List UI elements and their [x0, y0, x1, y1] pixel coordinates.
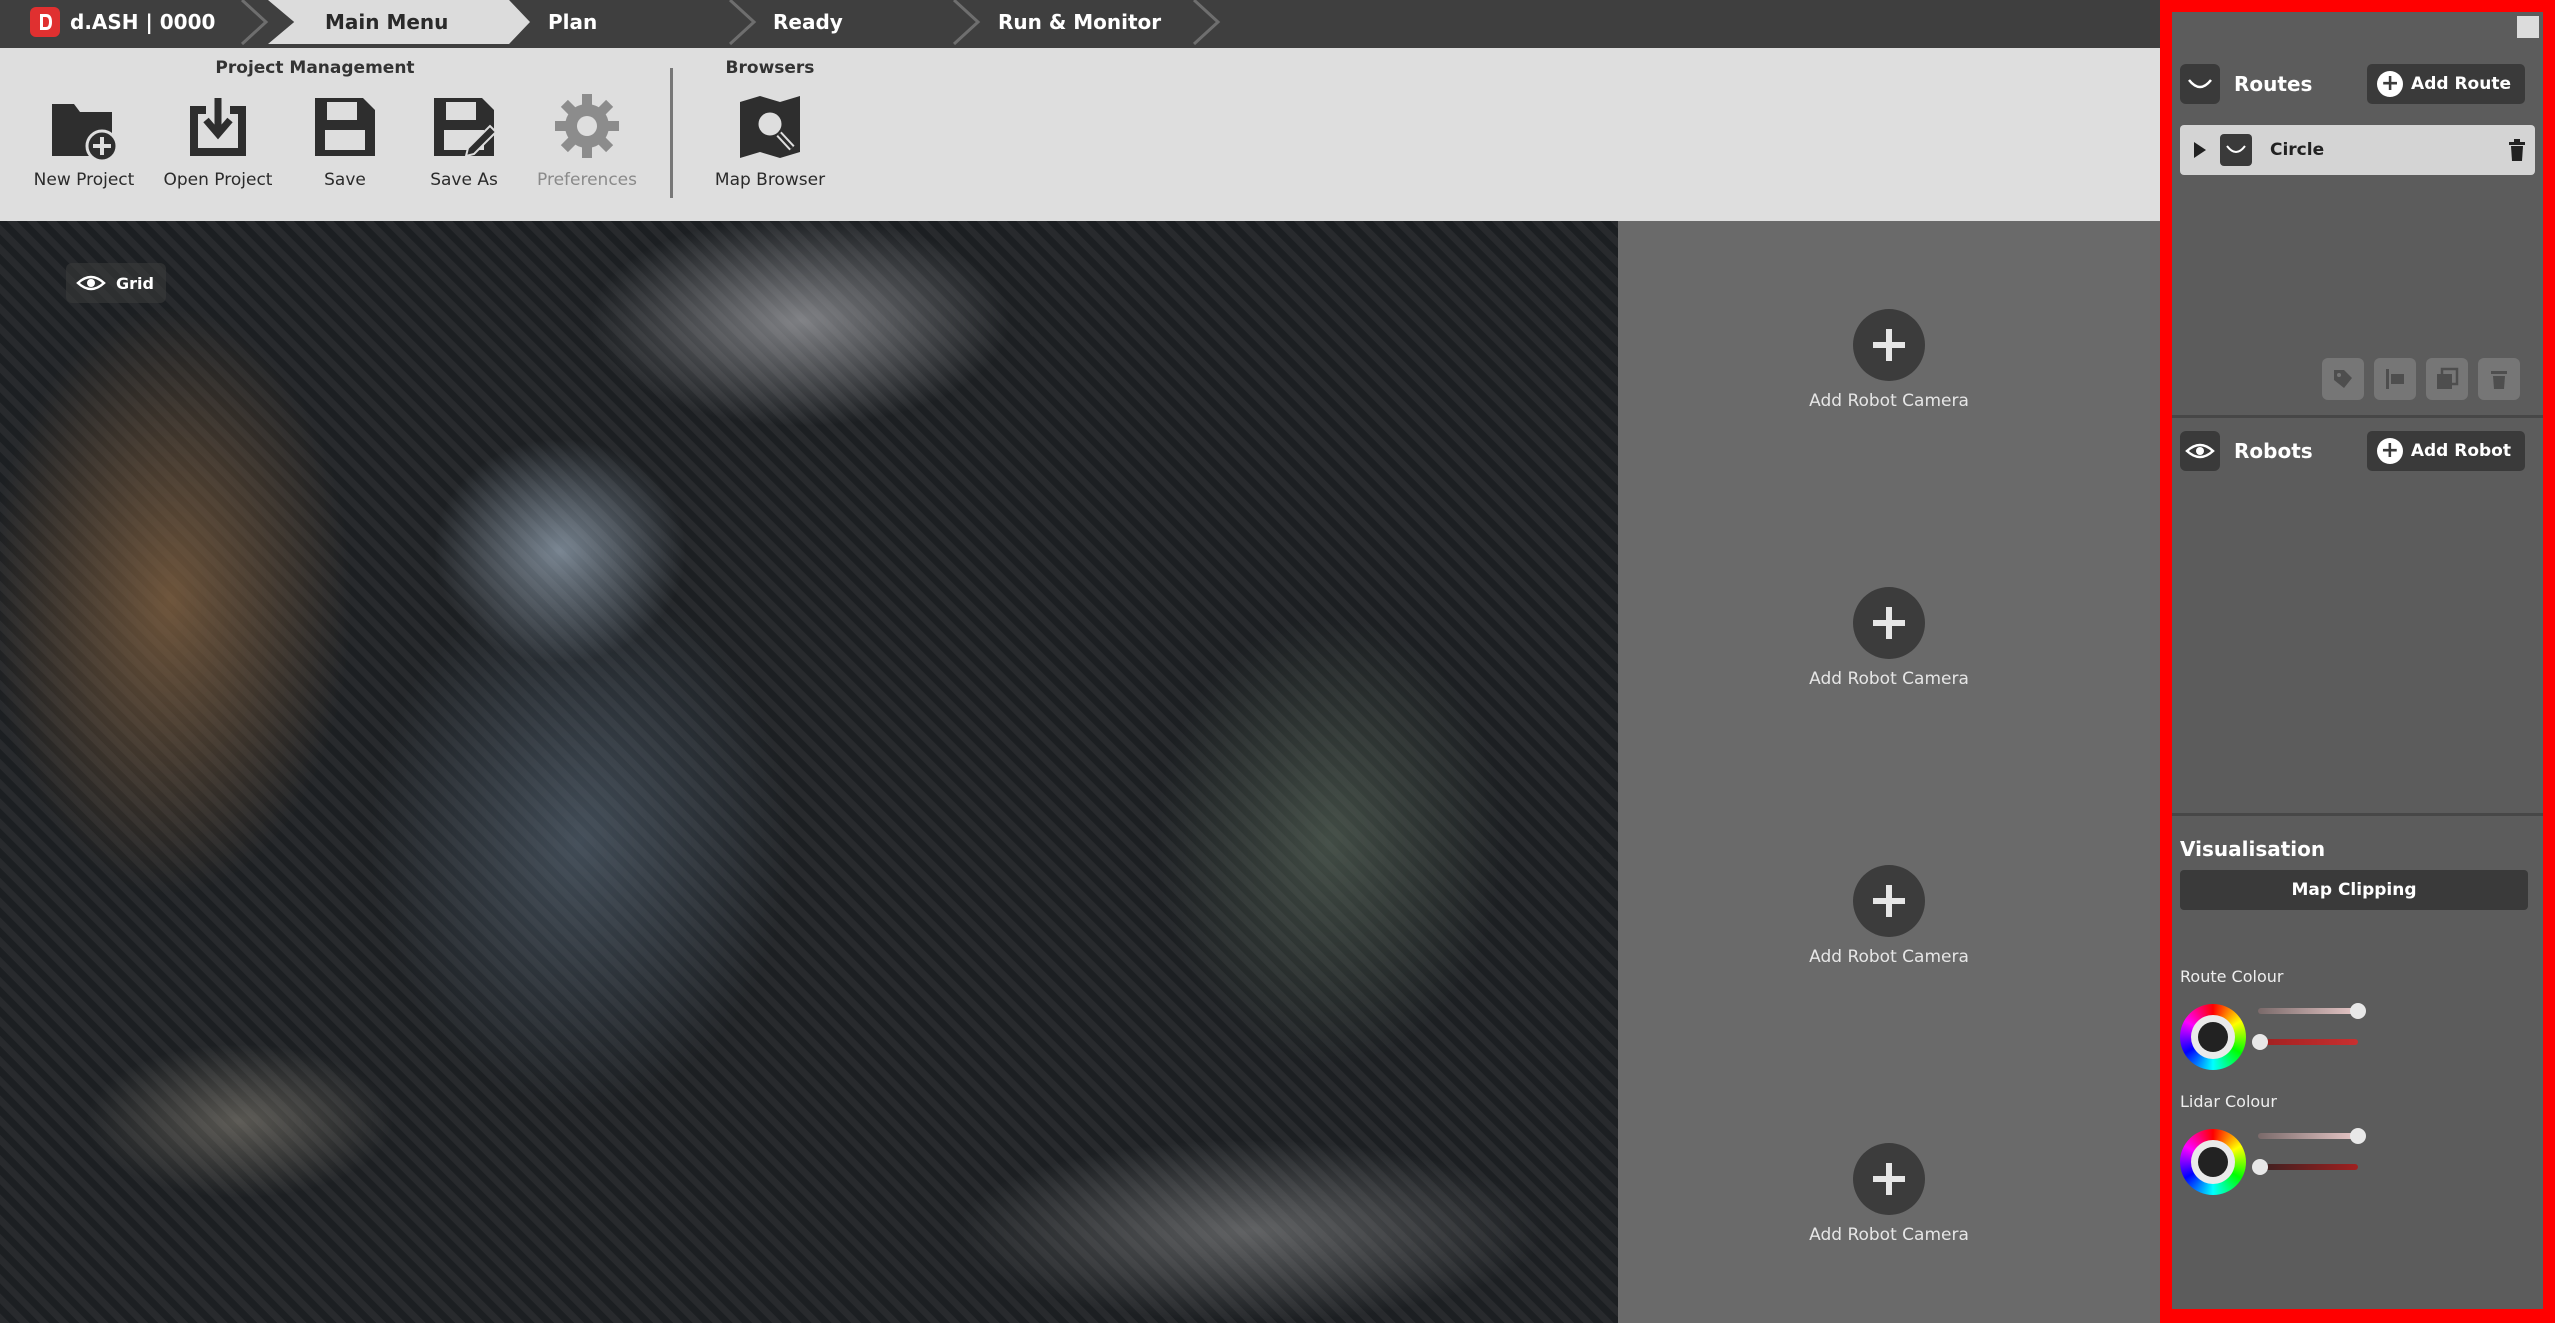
plus-icon — [1853, 865, 1925, 937]
plus-circle-icon: + — [2377, 71, 2404, 97]
selected-colour-swatch — [2198, 1147, 2228, 1177]
open-project-icon — [178, 86, 258, 166]
chevron-separator-icon — [952, 0, 981, 46]
open-project-label: Open Project — [163, 170, 273, 190]
open-project-button[interactable]: Open Project — [158, 86, 278, 190]
right-side-panel: Routes + Add Route Circle Robots + Add R… — [2172, 12, 2543, 1309]
app-title: d.ASH | 0000 — [30, 0, 215, 44]
add-route-button[interactable]: + Add Route — [2367, 64, 2525, 104]
slider-handle[interactable] — [2350, 1128, 2366, 1144]
chevron-separator-icon — [1192, 0, 1221, 46]
add-robot-camera-label: Add Robot Camera — [1809, 1225, 1969, 1245]
save-icon — [305, 86, 385, 166]
add-robot-camera-button[interactable]: Add Robot Camera — [1618, 309, 2160, 411]
delete-icon[interactable] — [2478, 358, 2520, 400]
duplicate-icon[interactable] — [2426, 358, 2468, 400]
route-icon[interactable] — [2180, 64, 2220, 104]
lidar-colour-alpha-slider[interactable] — [2252, 1159, 2358, 1175]
app-logo-icon — [30, 7, 60, 37]
plus-circle-icon: + — [2376, 438, 2403, 464]
map-browser-icon — [730, 86, 810, 166]
visualisation-title: Visualisation — [2180, 837, 2326, 861]
top-breadcrumb-bar: d.ASH | 0000 Main Menu Plan Ready Run & … — [0, 0, 2160, 48]
map-clipping-button[interactable]: Map Clipping — [2180, 870, 2528, 910]
route-colour-alpha-slider[interactable] — [2252, 1034, 2358, 1050]
tab-main-menu-label[interactable]: Main Menu — [325, 0, 448, 44]
route-colour-wheel[interactable] — [2180, 1004, 2246, 1070]
add-robot-camera-label: Add Robot Camera — [1809, 669, 1969, 689]
save-as-icon — [424, 86, 504, 166]
robot-camera-panel: Add Robot Camera Add Robot Camera Add Ro… — [1618, 221, 2160, 1323]
panel-corner-button[interactable] — [2517, 16, 2539, 38]
route-colour-brightness-slider[interactable] — [2258, 1003, 2366, 1019]
right-side-panel-highlight: Routes + Add Route Circle Robots + Add R… — [2160, 0, 2555, 1323]
add-robot-camera-label: Add Robot Camera — [1809, 391, 1969, 411]
ribbon-toolbar: Project Management Browsers New Project … — [0, 48, 2160, 221]
slider-handle[interactable] — [2252, 1159, 2268, 1175]
save-as-label: Save As — [430, 170, 498, 190]
lidar-colour-label: Lidar Colour — [2180, 1092, 2277, 1111]
save-label: Save — [324, 170, 366, 190]
preferences-label: Preferences — [537, 170, 637, 190]
align-icon[interactable] — [2374, 358, 2416, 400]
gear-icon — [547, 86, 627, 166]
new-project-label: New Project — [33, 170, 135, 190]
tab-plan[interactable]: Plan — [548, 0, 597, 44]
routes-header: Routes + Add Route — [2180, 64, 2535, 104]
slider-handle[interactable] — [2252, 1034, 2268, 1050]
add-robot-label: Add Robot — [2410, 441, 2511, 461]
project-management-group-title: Project Management — [215, 58, 415, 78]
grid-toggle-label: Grid — [116, 273, 154, 293]
add-robot-camera-button[interactable]: Add Robot Camera — [1618, 1143, 2160, 1245]
browsers-group-title: Browsers — [725, 58, 815, 78]
add-robot-camera-button[interactable]: Add Robot Camera — [1618, 587, 2160, 689]
chevron-separator-icon — [728, 0, 757, 46]
eye-icon — [76, 273, 106, 293]
new-project-icon — [44, 86, 124, 166]
preferences-button[interactable]: Preferences — [527, 86, 647, 190]
selected-colour-swatch — [2198, 1022, 2228, 1052]
play-icon[interactable] — [2192, 140, 2208, 160]
map-browser-label: Map Browser — [714, 170, 826, 190]
lidar-colour-brightness-slider[interactable] — [2258, 1128, 2366, 1144]
chevron-separator-icon — [240, 0, 269, 46]
section-divider — [2172, 415, 2543, 418]
app-name: d.ASH | 0000 — [70, 10, 216, 34]
tag-icon[interactable] — [2322, 358, 2364, 400]
grid-toggle-button[interactable]: Grid — [66, 263, 166, 303]
add-robot-camera-label: Add Robot Camera — [1809, 947, 1969, 967]
add-route-label: Add Route — [2411, 74, 2511, 94]
add-robot-camera-button[interactable]: Add Robot Camera — [1618, 865, 2160, 967]
route-tools — [2322, 358, 2520, 400]
toolbar-divider — [670, 68, 673, 198]
trash-icon[interactable] — [2507, 138, 2527, 162]
plus-icon — [1853, 1143, 1925, 1215]
routes-title: Routes — [2234, 72, 2313, 96]
new-project-button[interactable]: New Project — [24, 86, 144, 190]
save-button[interactable]: Save — [285, 86, 405, 190]
add-robot-button[interactable]: + Add Robot — [2366, 431, 2525, 471]
route-icon — [2220, 134, 2252, 166]
tab-run-monitor[interactable]: Run & Monitor — [998, 0, 1161, 44]
section-divider — [2172, 813, 2543, 816]
robots-header: Robots + Add Robot — [2180, 431, 2535, 471]
route-colour-label: Route Colour — [2180, 967, 2284, 986]
point-cloud-viewport[interactable]: Grid — [0, 221, 1618, 1323]
plus-icon — [1853, 587, 1925, 659]
lidar-colour-wheel[interactable] — [2180, 1129, 2246, 1195]
route-list-item[interactable]: Circle — [2180, 125, 2535, 175]
save-as-button[interactable]: Save As — [404, 86, 524, 190]
tab-ready[interactable]: Ready — [773, 0, 843, 44]
plus-icon — [1853, 309, 1925, 381]
map-browser-button[interactable]: Map Browser — [710, 86, 830, 190]
eye-icon[interactable] — [2180, 431, 2220, 471]
route-name: Circle — [2270, 140, 2325, 160]
slider-handle[interactable] — [2350, 1003, 2366, 1019]
robots-title: Robots — [2234, 439, 2313, 463]
